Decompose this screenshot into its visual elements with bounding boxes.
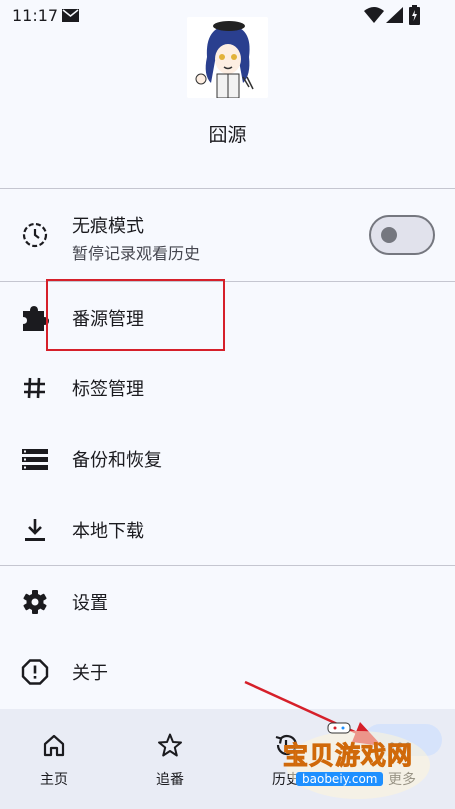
nav-follow[interactable]: 追番 [116, 709, 229, 809]
hashtag-icon [24, 377, 45, 399]
menu-label: 关于 [72, 663, 108, 684]
watermark-url: baobeiy.com [296, 772, 384, 786]
nav-home[interactable]: 主页 [0, 709, 113, 809]
incognito-title: 无痕模式 [72, 216, 144, 237]
menu-item-tag-manage[interactable]: 标签管理 [0, 352, 455, 422]
divider [0, 188, 455, 189]
toggle-knob [381, 227, 397, 243]
watermark-text: 宝贝游戏网 [282, 741, 414, 771]
download-icon [25, 519, 45, 541]
menu-item-local-download[interactable]: 本地下载 [0, 494, 455, 564]
signal-icon [386, 7, 403, 23]
mail-icon [62, 9, 79, 22]
menu-item-about[interactable]: 关于 [0, 636, 455, 706]
app-title: 囧源 [208, 124, 247, 146]
puzzle-icon [23, 306, 49, 331]
menu-label: 本地下载 [72, 521, 144, 542]
star-icon [158, 733, 182, 757]
menu-label: 设置 [72, 593, 108, 614]
menu-label: 备份和恢复 [72, 450, 162, 471]
avatar-illustration [187, 17, 268, 98]
menu-label: 标签管理 [72, 379, 144, 400]
storage-icon [22, 449, 48, 470]
home-icon [43, 734, 65, 757]
incognito-subtitle: 暂停记录观看历史 [72, 244, 201, 263]
avatar [187, 17, 268, 98]
status-time: 11:17 [12, 6, 59, 25]
info-octagon-icon [21, 659, 49, 685]
gear-icon [23, 590, 47, 614]
highlight-box [46, 279, 225, 351]
menu-item-backup-restore[interactable]: 备份和恢复 [0, 423, 455, 493]
clock-history-icon [22, 222, 48, 248]
battery-icon [409, 5, 420, 25]
nav-label: 追番 [156, 772, 184, 788]
wifi-icon [364, 7, 384, 23]
menu-item-settings[interactable]: 设置 [0, 566, 455, 636]
nav-label: 主页 [40, 772, 68, 788]
incognito-toggle[interactable] [369, 215, 435, 255]
